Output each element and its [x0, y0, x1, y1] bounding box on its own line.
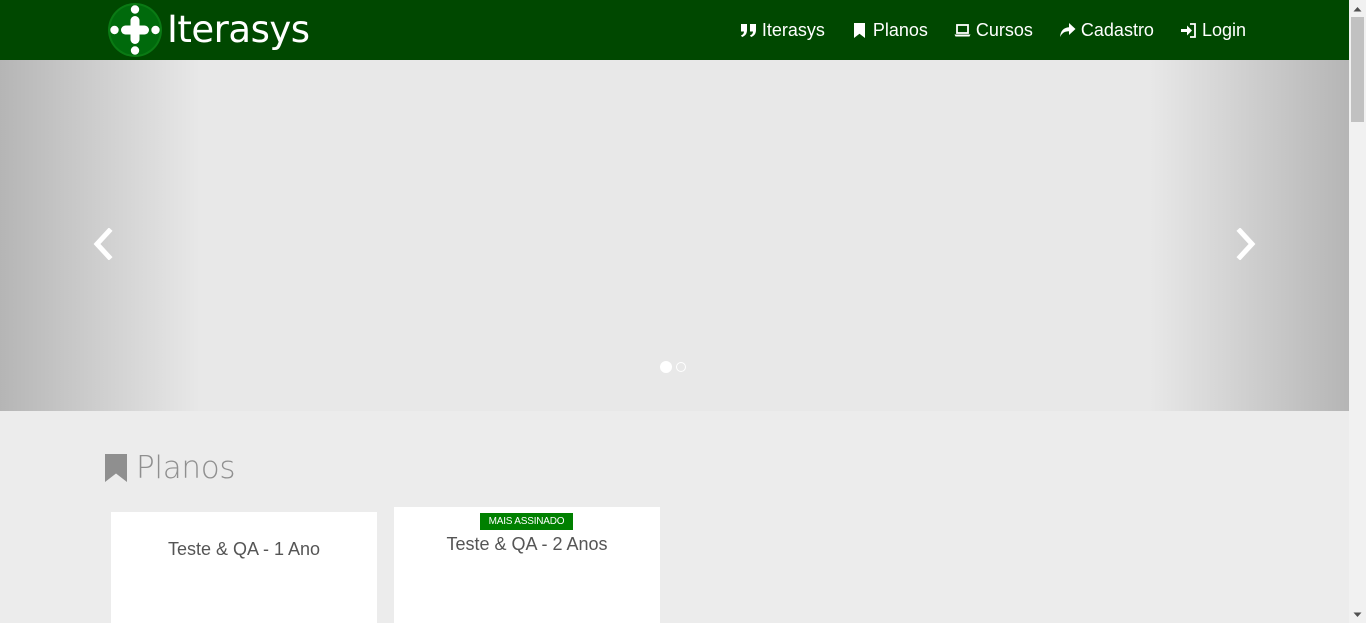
most-subscribed-badge: MAIS ASSINADO — [480, 513, 573, 530]
vertical-scrollbar[interactable] — [1349, 0, 1366, 623]
carousel-indicator-1[interactable] — [660, 361, 672, 373]
nav-link-cursos[interactable]: Cursos — [954, 0, 1033, 60]
nav-link-iterasys[interactable]: Iterasys — [740, 0, 825, 60]
nav-link-label: Cadastro — [1080, 19, 1154, 40]
plans-heading-text: Planos — [136, 450, 236, 486]
nav-link-label: Login — [1201, 19, 1246, 40]
scrollbar-thumb[interactable] — [1351, 17, 1364, 122]
laptop-icon — [954, 23, 971, 36]
bookmark-icon — [853, 22, 865, 38]
scroll-up-arrow[interactable] — [1349, 0, 1366, 17]
navbar: Iterasys Iterasys Planos Cursos Cadastro… — [0, 0, 1349, 60]
carousel-indicator-2[interactable] — [676, 362, 686, 372]
bookmark-icon — [105, 454, 127, 482]
nav-link-label: Planos — [872, 19, 928, 40]
chevron-left-icon[interactable] — [90, 228, 118, 260]
triangle-up-icon — [1353, 6, 1362, 11]
nav-link-login[interactable]: Login — [1180, 0, 1246, 60]
quote-icon — [740, 23, 756, 37]
scroll-down-arrow[interactable] — [1349, 606, 1366, 623]
plan-card[interactable]: Teste & QA - 1 Ano — [111, 512, 377, 623]
hero-carousel — [0, 60, 1349, 411]
iterasys-cross-logo-icon — [108, 3, 162, 57]
plans-heading: Planos — [104, 448, 236, 488]
carousel-indicators — [660, 361, 690, 373]
plan-card[interactable]: MAIS ASSINADO Teste & QA - 2 Anos — [394, 507, 660, 623]
chevron-right-icon[interactable] — [1231, 228, 1259, 260]
viewport: Iterasys Iterasys Planos Cursos Cadastro… — [0, 0, 1349, 623]
share-arrow-icon — [1059, 22, 1076, 37]
nav-link-planos[interactable]: Planos — [851, 0, 928, 60]
sign-in-icon — [1180, 22, 1196, 38]
plan-name: Teste & QA - 1 Ano — [167, 539, 321, 559]
brand-link[interactable]: Iterasys — [108, 3, 310, 57]
nav-links: Iterasys Planos Cursos Cadastro Login — [714, 0, 1246, 60]
plan-name: Teste & QA - 2 Anos — [446, 534, 608, 554]
nav-link-label: Cursos — [975, 19, 1033, 40]
page: Iterasys Iterasys Planos Cursos Cadastro… — [0, 0, 1366, 623]
nav-link-cadastro[interactable]: Cadastro — [1059, 0, 1154, 60]
brand-name: Iterasys — [167, 8, 310, 51]
triangle-down-icon — [1353, 612, 1362, 617]
nav-link-label: Iterasys — [761, 19, 825, 40]
